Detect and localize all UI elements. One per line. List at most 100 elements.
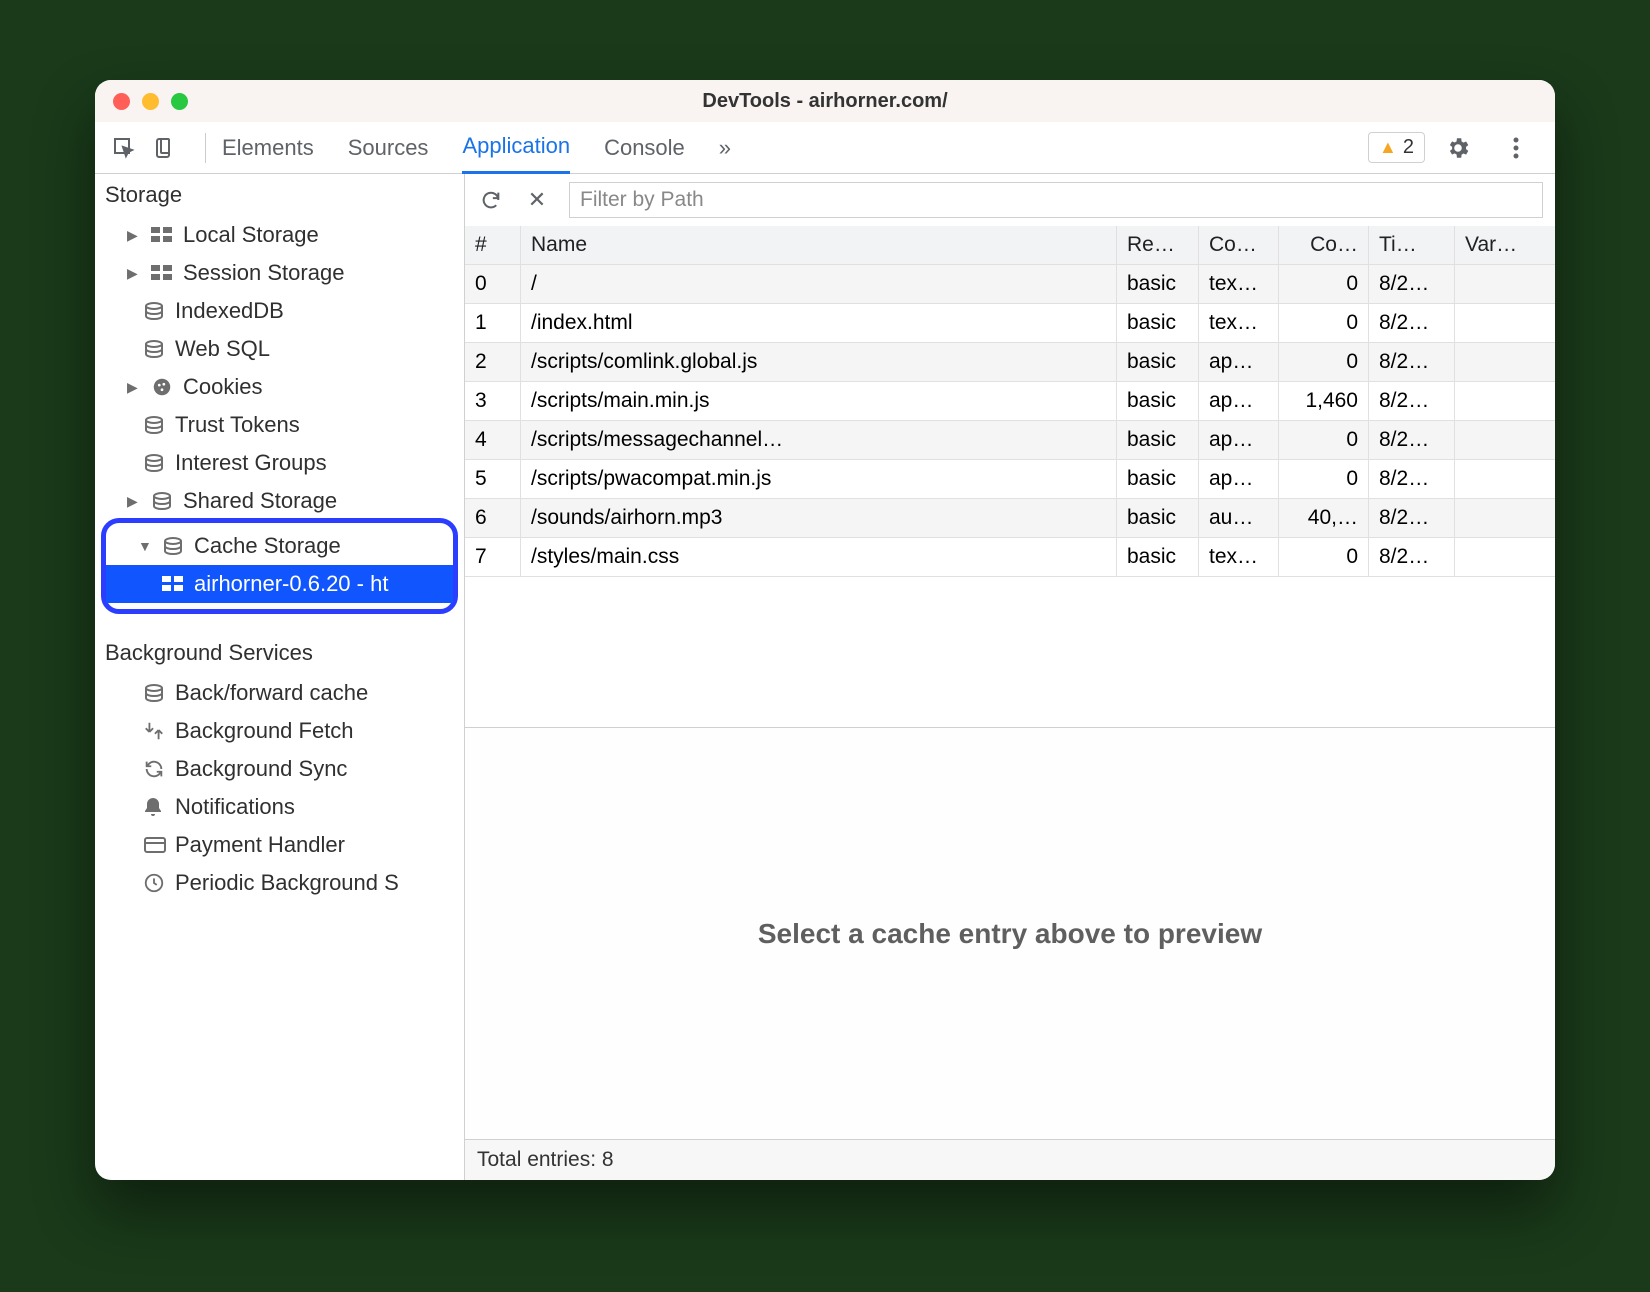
sidebar-item-label: Back/forward cache: [175, 680, 368, 706]
cell-index: 7: [465, 538, 521, 576]
table-header: # Name Re… Co… Co… Ti… Var…: [465, 226, 1555, 265]
clear-icon[interactable]: ✕: [523, 186, 551, 214]
col-name[interactable]: Name: [521, 226, 1117, 264]
chevron-right-icon: ▶: [127, 493, 143, 510]
cell-name: /index.html: [521, 304, 1117, 342]
filter-input[interactable]: [569, 182, 1543, 218]
sidebar-item-cookies[interactable]: ▶ Cookies: [95, 368, 464, 406]
col-content-type[interactable]: Co…: [1199, 226, 1279, 264]
sidebar-item-payment-handler[interactable]: Payment Handler: [95, 826, 464, 864]
sidebar-item-cache-entry[interactable]: airhorner-0.6.20 - ht: [106, 565, 453, 603]
col-vary[interactable]: Var…: [1455, 226, 1555, 264]
device-toggle-icon[interactable]: [149, 133, 179, 163]
tab-application[interactable]: Application: [462, 121, 570, 174]
col-response[interactable]: Re…: [1117, 226, 1199, 264]
table-row[interactable]: 7/styles/main.cssbasictex…08/2…: [465, 538, 1555, 577]
cell-content-type: tex…: [1199, 304, 1279, 342]
sidebar-item-trust-tokens[interactable]: Trust Tokens: [95, 406, 464, 444]
sidebar-item-background-fetch[interactable]: Background Fetch: [95, 712, 464, 750]
sidebar-item-indexeddb[interactable]: IndexedDB: [95, 292, 464, 330]
warning-icon: ▲: [1379, 137, 1397, 158]
db-icon: [143, 339, 167, 359]
col-time[interactable]: Ti…: [1369, 226, 1455, 264]
cell-response: basic: [1117, 538, 1199, 576]
cell-time: 8/2…: [1369, 382, 1455, 420]
cell-name: /scripts/comlink.global.js: [521, 343, 1117, 381]
cell-content-type: ap…: [1199, 343, 1279, 381]
warnings-badge[interactable]: ▲ 2: [1368, 132, 1425, 163]
cell-time: 8/2…: [1369, 304, 1455, 342]
sidebar-item-web-sql[interactable]: Web SQL: [95, 330, 464, 368]
sidebar-item-label: Cookies: [183, 374, 262, 400]
cell-index: 3: [465, 382, 521, 420]
sidebar-item-label: Background Sync: [175, 756, 347, 782]
cell-time: 8/2…: [1369, 538, 1455, 576]
tab-console[interactable]: Console: [604, 123, 685, 173]
sidebar-item-interest-groups[interactable]: Interest Groups: [95, 444, 464, 482]
card-icon: [143, 835, 167, 855]
cache-table: # Name Re… Co… Co… Ti… Var… 0/basictex…0…: [465, 226, 1555, 577]
cache-storage-highlight: ▼ Cache Storage airhorner-0.6.20 - ht: [101, 518, 458, 614]
sidebar-item-label: Interest Groups: [175, 450, 327, 476]
cell-vary: [1455, 265, 1555, 303]
db-icon: [143, 301, 167, 321]
tab-sources[interactable]: Sources: [348, 123, 429, 173]
cell-name: /scripts/pwacompat.min.js: [521, 460, 1117, 498]
refresh-icon[interactable]: [477, 186, 505, 214]
cell-content-length: 0: [1279, 265, 1369, 303]
cell-index: 0: [465, 265, 521, 303]
sidebar-item-back-forward-cache[interactable]: Back/forward cache: [95, 674, 464, 712]
database-icon: [162, 536, 186, 556]
cell-name: /scripts/messagechannel…: [521, 421, 1117, 459]
sidebar-item-label: Periodic Background S: [175, 870, 399, 896]
inspect-icon[interactable]: [109, 133, 139, 163]
sidebar-item-shared-storage[interactable]: ▶Shared Storage: [95, 482, 464, 520]
sidebar-item-periodic-background-s[interactable]: Periodic Background S: [95, 864, 464, 902]
settings-icon[interactable]: [1443, 133, 1473, 163]
zoom-window-icon[interactable]: [171, 93, 188, 110]
warning-count: 2: [1403, 136, 1414, 159]
tab-elements[interactable]: Elements: [222, 123, 314, 173]
sidebar-item-session-storage[interactable]: ▶Session Storage: [95, 254, 464, 292]
main-toolbar: Elements Sources Application Console » ▲…: [95, 122, 1555, 174]
cell-name: /sounds/airhorn.mp3: [521, 499, 1117, 537]
cell-response: basic: [1117, 304, 1199, 342]
table-row[interactable]: 0/basictex…08/2…: [465, 265, 1555, 304]
cell-response: basic: [1117, 265, 1199, 303]
db-icon: [143, 453, 167, 473]
table-row[interactable]: 1/index.htmlbasictex…08/2…: [465, 304, 1555, 343]
cell-index: 6: [465, 499, 521, 537]
preview-pane: Select a cache entry above to preview: [465, 727, 1555, 1139]
tabs-overflow-icon[interactable]: »: [719, 135, 731, 161]
cell-content-length: 0: [1279, 460, 1369, 498]
sidebar-item-cache-storage[interactable]: ▼ Cache Storage: [106, 527, 453, 565]
sidebar-item-label: Cache Storage: [194, 533, 341, 559]
table-row[interactable]: 4/scripts/messagechannel…basicap…08/2…: [465, 421, 1555, 460]
main-panel: ✕ # Name Re… Co… Co… Ti… Var… 0/basictex…: [465, 174, 1555, 1180]
cell-index: 4: [465, 421, 521, 459]
cell-content-type: tex…: [1199, 538, 1279, 576]
table-row[interactable]: 5/scripts/pwacompat.min.jsbasicap…08/2…: [465, 460, 1555, 499]
minimize-window-icon[interactable]: [142, 93, 159, 110]
table-row[interactable]: 3/scripts/main.min.jsbasicap…1,4608/2…: [465, 382, 1555, 421]
total-entries: Total entries: 8: [477, 1148, 614, 1171]
cell-vary: [1455, 343, 1555, 381]
sidebar-item-label: Web SQL: [175, 336, 270, 362]
kebab-menu-icon[interactable]: [1501, 133, 1531, 163]
db-icon: [143, 683, 167, 703]
sidebar-item-notifications[interactable]: Notifications: [95, 788, 464, 826]
col-index[interactable]: #: [465, 226, 521, 264]
col-content-length[interactable]: Co…: [1279, 226, 1369, 264]
table-row[interactable]: 2/scripts/comlink.global.jsbasicap…08/2…: [465, 343, 1555, 382]
table-row[interactable]: 6/sounds/airhorn.mp3basicau…40,…8/2…: [465, 499, 1555, 538]
preview-placeholder: Select a cache entry above to preview: [758, 918, 1262, 950]
chevron-right-icon: ▶: [127, 379, 143, 396]
chevron-down-icon: ▼: [138, 538, 154, 554]
cell-response: basic: [1117, 343, 1199, 381]
sidebar-item-background-sync[interactable]: Background Sync: [95, 750, 464, 788]
cell-response: basic: [1117, 382, 1199, 420]
close-window-icon[interactable]: [113, 93, 130, 110]
cell-vary: [1455, 499, 1555, 537]
sidebar-item-local-storage[interactable]: ▶Local Storage: [95, 216, 464, 254]
cell-content-length: 0: [1279, 343, 1369, 381]
